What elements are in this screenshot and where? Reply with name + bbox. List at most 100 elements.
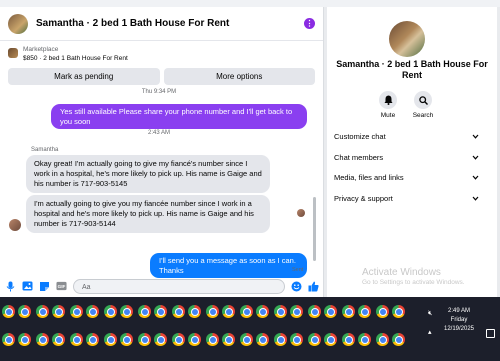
taskbar-app-group[interactable] [138,301,167,321]
chrome-icon[interactable] [154,333,167,346]
chrome-icon[interactable] [342,305,355,318]
taskbar-app-group[interactable] [36,301,65,321]
taskbar-app-group[interactable] [206,329,235,349]
taskbar-app-group[interactable] [240,301,269,321]
taskbar-app-group[interactable] [206,301,235,321]
chrome-icon[interactable] [70,333,83,346]
chrome-icon[interactable] [36,333,49,346]
chrome-icon[interactable] [18,333,31,346]
chrome-icon[interactable] [2,305,15,318]
clock[interactable]: 2:49 AM Friday 12/19/2025 [440,307,478,334]
chrome-icon[interactable] [104,333,117,346]
chrome-icon[interactable] [70,305,83,318]
chrome-icon[interactable] [376,333,389,346]
taskbar-app-group[interactable] [138,329,167,349]
taskbar-app-group[interactable] [376,329,405,349]
taskbar-app-group[interactable] [172,301,201,321]
chrome-icon[interactable] [120,333,133,346]
taskbar-app-group[interactable] [104,329,133,349]
chrome-icon[interactable] [154,305,167,318]
more-options-button[interactable]: More options [163,68,315,85]
chrome-icon[interactable] [256,333,269,346]
scrollbar[interactable] [313,197,316,261]
taskbar-app-group[interactable] [70,301,99,321]
chat-title[interactable]: Samantha · 2 bed 1 Bath House For Rent [36,18,304,29]
taskbar-app-group[interactable] [376,301,405,321]
tray-overflow-icon[interactable]: ▴ [428,328,432,336]
taskbar-app-group[interactable] [342,329,371,349]
taskbar-app-group[interactable] [274,301,303,321]
customize-chat-row[interactable]: Customize chat [334,132,479,141]
microphone-icon[interactable] [5,281,16,292]
mark-pending-button[interactable]: Mark as pending [8,68,160,85]
notification-icon[interactable] [486,329,495,338]
taskbar-app-group[interactable] [308,301,337,321]
chrome-icon[interactable] [206,305,219,318]
chrome-icon[interactable] [274,305,287,318]
taskbar-app-group[interactable] [2,329,31,349]
mute-button[interactable] [379,91,397,109]
chrome-icon[interactable] [188,333,201,346]
chrome-icon[interactable] [324,305,337,318]
chrome-icon[interactable] [120,305,133,318]
photo-icon[interactable] [22,281,33,292]
chrome-icon[interactable] [240,305,253,318]
chrome-icon[interactable] [358,305,371,318]
chrome-icon[interactable] [206,333,219,346]
chrome-icon[interactable] [52,305,65,318]
chrome-icon[interactable] [172,333,185,346]
chrome-icon[interactable] [308,305,321,318]
chrome-icon[interactable] [86,333,99,346]
incoming-message[interactable]: Okay great! I'm actually going to give m… [26,155,270,193]
taskbar-app-group[interactable] [104,301,133,321]
chrome-icon[interactable] [274,333,287,346]
chrome-icon[interactable] [240,333,253,346]
taskbar-app-group[interactable] [2,301,31,321]
taskbar-app-group[interactable] [70,329,99,349]
taskbar-app-group[interactable] [274,329,303,349]
chrome-icon[interactable] [86,305,99,318]
chrome-icon[interactable] [290,333,303,346]
like-icon[interactable] [308,281,319,292]
search-button[interactable] [414,91,432,109]
media-files-row[interactable]: Media, files and links [334,173,479,182]
chrome-icon[interactable] [188,305,201,318]
outgoing-message[interactable]: Yes still available Please share your ph… [51,104,307,129]
chrome-icon[interactable] [18,305,31,318]
chrome-icon[interactable] [138,305,151,318]
chrome-icon[interactable] [392,305,405,318]
chrome-icon[interactable] [52,333,65,346]
chrome-icon[interactable] [392,333,405,346]
chrome-icon[interactable] [376,305,389,318]
emoji-icon[interactable] [291,281,302,292]
taskbar-app-group[interactable] [36,329,65,349]
chrome-icon[interactable] [36,305,49,318]
sender-avatar[interactable] [9,219,21,231]
taskbar-app-group[interactable] [172,329,201,349]
privacy-support-row[interactable]: Privacy & support [334,194,479,203]
chat-members-row[interactable]: Chat members [334,153,479,162]
chrome-icon[interactable] [104,305,117,318]
taskbar-app-group[interactable] [240,329,269,349]
more-icon[interactable]: ⋮ [304,18,315,29]
incoming-message[interactable]: I'm actually going to give you my fiancé… [26,195,270,233]
message-input[interactable]: Aa [73,278,285,294]
chrome-icon[interactable] [342,333,355,346]
chrome-icon[interactable] [290,305,303,318]
chrome-icon[interactable] [2,333,15,346]
taskbar-app-group[interactable] [308,329,337,349]
taskbar-app-group[interactable] [342,301,371,321]
chrome-icon[interactable] [172,305,185,318]
chrome-icon[interactable] [324,333,337,346]
chrome-icon[interactable] [358,333,371,346]
sticker-icon[interactable] [39,281,50,292]
chrome-icon[interactable] [138,333,151,346]
chat-avatar[interactable] [8,13,28,34]
marketplace-listing[interactable]: Marketplace $850 · 2 bed 1 Bath House Fo… [0,41,323,63]
volume-icon[interactable]: 🔇︎ [428,310,432,318]
profile-avatar[interactable] [389,21,425,57]
chrome-icon[interactable] [222,333,235,346]
chrome-icon[interactable] [222,305,235,318]
chrome-icon[interactable] [256,305,269,318]
chrome-icon[interactable] [308,333,321,346]
